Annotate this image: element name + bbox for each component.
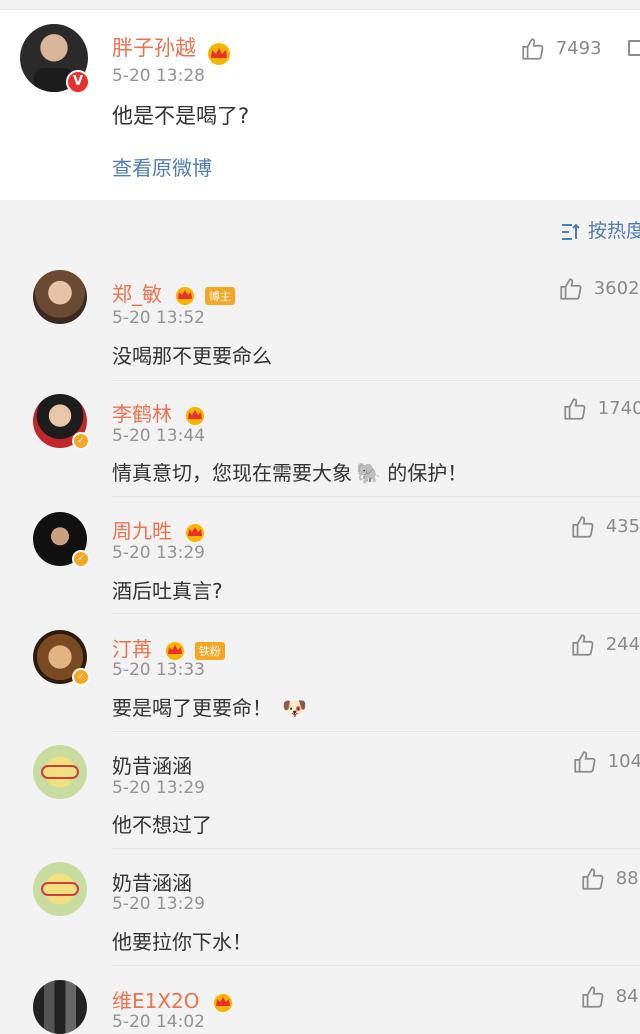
comment-time: 5-20 13:29 [112, 543, 205, 563]
sort-by-heat[interactable]: 按热度 [560, 216, 640, 243]
main-post: V 胖子孙越 5-20 13:28 他是不是喝了? 查看原微博 7493 [0, 10, 640, 200]
verified-icon: V [66, 70, 90, 94]
comment-like-button[interactable]: 84 [580, 984, 639, 1010]
divider [112, 613, 640, 614]
like-count: 244 [605, 634, 640, 655]
comment-text: 他要拉你下水！ [112, 930, 252, 954]
crown-icon [176, 286, 195, 305]
comment-time: 5-20 13:29 [112, 778, 205, 798]
verified-icon: ✓ [72, 432, 90, 450]
comment-author-name[interactable]: 周九甠 [112, 515, 206, 544]
thumbs-up-icon [572, 634, 594, 656]
thumbs-up-icon [582, 868, 604, 890]
comment-text: 酒后吐真言? [112, 579, 223, 603]
comment-author-name[interactable]: 奶昔涵涵 [112, 750, 192, 779]
comment-author-name[interactable]: 维E1X2O [112, 985, 234, 1014]
comment-like-button[interactable]: 104 [572, 749, 640, 775]
like-count: 1740 [597, 398, 640, 419]
comment-time: 5-20 13:52 [112, 308, 205, 328]
like-count: 84 [615, 986, 639, 1007]
comment-text: 没喝那不更要命么 [112, 344, 272, 368]
thumbs-up-icon [574, 751, 596, 773]
more-icon[interactable] [628, 40, 640, 56]
like-count: 435 [605, 516, 640, 537]
comment-author-name[interactable]: 汀苒 铁粉 [112, 633, 225, 662]
thumbs-up-icon [560, 278, 582, 300]
divider [112, 848, 640, 849]
crown-icon [166, 641, 185, 660]
comment-like-button[interactable]: 1740 [562, 396, 640, 422]
thumbs-up-icon [564, 398, 586, 420]
comment-avatar[interactable] [33, 862, 87, 916]
comment-avatar[interactable] [33, 270, 87, 324]
divider [112, 496, 640, 497]
dog-emoji: 🐶 [282, 696, 307, 720]
comment-avatar[interactable] [33, 980, 87, 1034]
verified-icon: ✓ [72, 668, 90, 686]
sort-label: 按热度 [588, 220, 640, 242]
elephant-emoji: 🐘 [356, 461, 381, 485]
blogger-badge: 博主 [204, 286, 235, 305]
comment-avatar[interactable] [33, 745, 87, 799]
fan-badge: 铁粉 [194, 641, 225, 660]
comment-author-name[interactable]: 奶昔涵涵 [112, 867, 192, 896]
comment-time: 5-20 13:44 [112, 426, 205, 446]
comment-author-name[interactable]: 李鹤林 [112, 398, 206, 427]
divider [112, 731, 640, 732]
verified-icon: ✓ [72, 550, 90, 568]
comment-text: 他不想过了 [112, 813, 212, 837]
like-count: 104 [607, 751, 640, 772]
comment-time: 5-20 13:29 [112, 894, 205, 914]
like-count: 88 [615, 868, 639, 889]
comment-like-button[interactable]: 435 [570, 514, 640, 540]
comment-time: 5-20 13:33 [112, 660, 205, 680]
post-author-name[interactable]: 胖子孙越 [112, 32, 196, 62]
crown-icon [208, 43, 230, 65]
thumbs-up-icon [522, 38, 544, 60]
like-count: 3602 [593, 278, 640, 299]
crown-icon [213, 993, 232, 1012]
post-like-button[interactable]: 7493 [520, 36, 602, 62]
post-time: 5-20 13:28 [112, 66, 205, 86]
comment-text: 情真意切，您现在需要大象 🐘 的保护！ [112, 461, 468, 485]
thumbs-up-icon [582, 986, 604, 1008]
view-original-link[interactable]: 查看原微博 [112, 152, 212, 181]
comment-author-name[interactable]: 郑_敏 博主 [112, 278, 235, 307]
post-text: 他是不是喝了? [112, 104, 250, 128]
comment-like-button[interactable]: 88 [580, 866, 639, 892]
post-like-count: 7493 [555, 38, 602, 59]
divider [112, 380, 640, 381]
crown-icon [186, 523, 205, 542]
sort-icon [562, 223, 580, 240]
comment-like-button[interactable]: 3602 [558, 276, 640, 302]
divider [112, 965, 640, 966]
top-divider [0, 0, 640, 10]
thumbs-up-icon [572, 516, 594, 538]
comment-text: 要是喝了更要命！ 🐶 [112, 696, 307, 720]
crown-icon [186, 406, 205, 425]
comment-like-button[interactable]: 244 [570, 632, 640, 658]
comment-time: 5-20 14:02 [112, 1012, 205, 1032]
